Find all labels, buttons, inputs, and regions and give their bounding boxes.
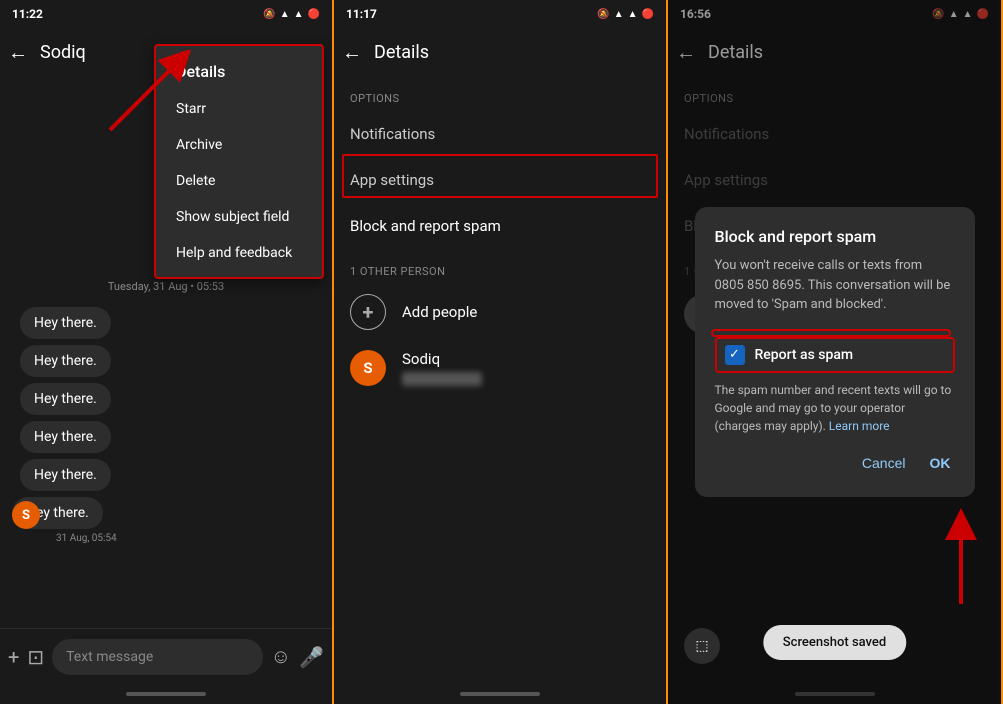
battery-icon: 🔴 bbox=[308, 9, 320, 20]
option-notifications-2[interactable]: Notifications bbox=[334, 111, 666, 157]
message-3: Hey there. bbox=[20, 383, 111, 415]
home-bar-1 bbox=[126, 692, 206, 696]
screenshot-toast: Screenshot saved bbox=[763, 625, 906, 660]
contact-name: Sodiq bbox=[40, 42, 86, 63]
mic-icon[interactable]: 🎤 bbox=[299, 645, 324, 669]
home-indicator-2 bbox=[334, 684, 666, 704]
dialog-buttons: Cancel OK bbox=[715, 449, 955, 477]
back-button-1[interactable]: ← bbox=[8, 40, 28, 65]
back-button-2[interactable]: ← bbox=[342, 40, 362, 65]
home-bar-2 bbox=[460, 692, 540, 696]
dialog-title: Block and report spam bbox=[715, 227, 955, 246]
dropdown-help[interactable]: Help and feedback bbox=[156, 235, 322, 271]
report-spam-label: Report as spam bbox=[755, 347, 854, 363]
battery-icon-2: 🔴 bbox=[642, 9, 654, 20]
learn-more-link[interactable]: Learn more bbox=[829, 419, 890, 433]
notif-icon: 🔕 bbox=[263, 9, 275, 20]
input-bar-1: + ⊡ Text message ☺ 🎤 bbox=[0, 628, 332, 684]
cancel-button[interactable]: Cancel bbox=[858, 449, 910, 477]
input-placeholder: Text message bbox=[66, 649, 153, 665]
sodiq-phone-blurred bbox=[402, 372, 482, 386]
msg-time: 31 Aug, 05:54 bbox=[12, 533, 320, 544]
dialog-extra: The spam number and recent texts will go… bbox=[715, 381, 955, 435]
add-person-avatar: + bbox=[350, 294, 386, 330]
messages-area: Tuesday, 31 Aug • 05:53 Hey there. Hey t… bbox=[0, 256, 332, 552]
block-report-dialog: Block and report spam You won't receive … bbox=[695, 207, 975, 497]
wifi-icon: ▲ bbox=[280, 9, 290, 20]
panel-1: 11:22 🔕 ▲ ▲ 🔴 ← Sodiq Details Starr Arch… bbox=[0, 0, 334, 704]
panel-2: 11:17 🔕 ▲ ▲ 🔴 ← Details OPTIONS Notifica… bbox=[334, 0, 668, 704]
options-label-2: OPTIONS bbox=[334, 76, 666, 111]
ok-button[interactable]: OK bbox=[926, 449, 955, 477]
time-1: 11:22 bbox=[12, 7, 43, 21]
camera-icon[interactable]: ⊡ bbox=[27, 645, 44, 669]
add-icon[interactable]: + bbox=[8, 645, 19, 669]
dropdown-subject[interactable]: Show subject field bbox=[156, 199, 322, 235]
add-people-label: Add people bbox=[402, 303, 477, 321]
message-4: Hey there. bbox=[20, 421, 111, 453]
message-5: Hey there. bbox=[20, 459, 111, 491]
status-bar-1: 11:22 🔕 ▲ ▲ 🔴 bbox=[0, 0, 332, 28]
message-2: Hey there. bbox=[20, 345, 111, 377]
dialog-overlay: Block and report spam You won't receive … bbox=[668, 0, 1001, 704]
notif-icon-2: 🔕 bbox=[597, 9, 609, 20]
dropdown-archive[interactable]: Archive bbox=[156, 127, 322, 163]
message-row-6: S Hey there. bbox=[12, 497, 320, 529]
sodiq-name: Sodiq bbox=[402, 350, 482, 368]
dialog-body: You won't receive calls or texts from 08… bbox=[715, 256, 955, 315]
sender-avatar: S bbox=[12, 501, 40, 529]
signal-icon: ▲ bbox=[294, 9, 304, 20]
add-person-row[interactable]: + Add people bbox=[334, 284, 666, 340]
page-title-2: Details bbox=[374, 42, 429, 63]
report-spam-checkbox[interactable]: ✓ bbox=[725, 345, 745, 365]
status-icons-1: 🔕 ▲ ▲ 🔴 bbox=[263, 9, 320, 20]
dropdown-menu: Details Starr Archive Delete Show subjec… bbox=[154, 44, 324, 279]
sodiq-row[interactable]: S Sodiq bbox=[334, 340, 666, 396]
check-icon: ✓ bbox=[729, 347, 740, 362]
home-indicator-1 bbox=[0, 684, 332, 704]
status-icons-2: 🔕 ▲ ▲ 🔴 bbox=[597, 9, 654, 20]
status-bar-2: 11:17 🔕 ▲ ▲ 🔴 bbox=[334, 0, 666, 28]
wifi-icon-2: ▲ bbox=[614, 9, 624, 20]
emoji-icon[interactable]: ☺ bbox=[271, 644, 291, 669]
option-app-settings-2[interactable]: App settings bbox=[334, 157, 666, 203]
panel-3: 16:56 🔕 ▲ ▲ 🔴 ← Details OPTIONS Notifica… bbox=[668, 0, 1003, 704]
dropdown-details[interactable]: Details bbox=[156, 52, 322, 91]
report-spam-checkbox-row[interactable]: ✓ Report as spam bbox=[715, 337, 955, 373]
message-input[interactable]: Text message bbox=[52, 639, 263, 675]
dropdown-star[interactable]: Starr bbox=[156, 91, 322, 127]
top-bar-2: ← Details bbox=[334, 28, 666, 76]
highlight-report-spam bbox=[711, 329, 951, 337]
signal-icon-2: ▲ bbox=[628, 9, 638, 20]
message-1: Hey there. bbox=[20, 307, 111, 339]
screenshot-button[interactable]: ⬚ bbox=[684, 628, 720, 664]
other-person-label-2: 1 OTHER PERSON bbox=[334, 249, 666, 284]
dropdown-delete[interactable]: Delete bbox=[156, 163, 322, 199]
sodiq-info: Sodiq bbox=[402, 350, 482, 386]
sodiq-avatar: S bbox=[350, 350, 386, 386]
time-2: 11:17 bbox=[346, 7, 377, 21]
option-block-spam-2[interactable]: Block and report spam bbox=[334, 203, 666, 249]
